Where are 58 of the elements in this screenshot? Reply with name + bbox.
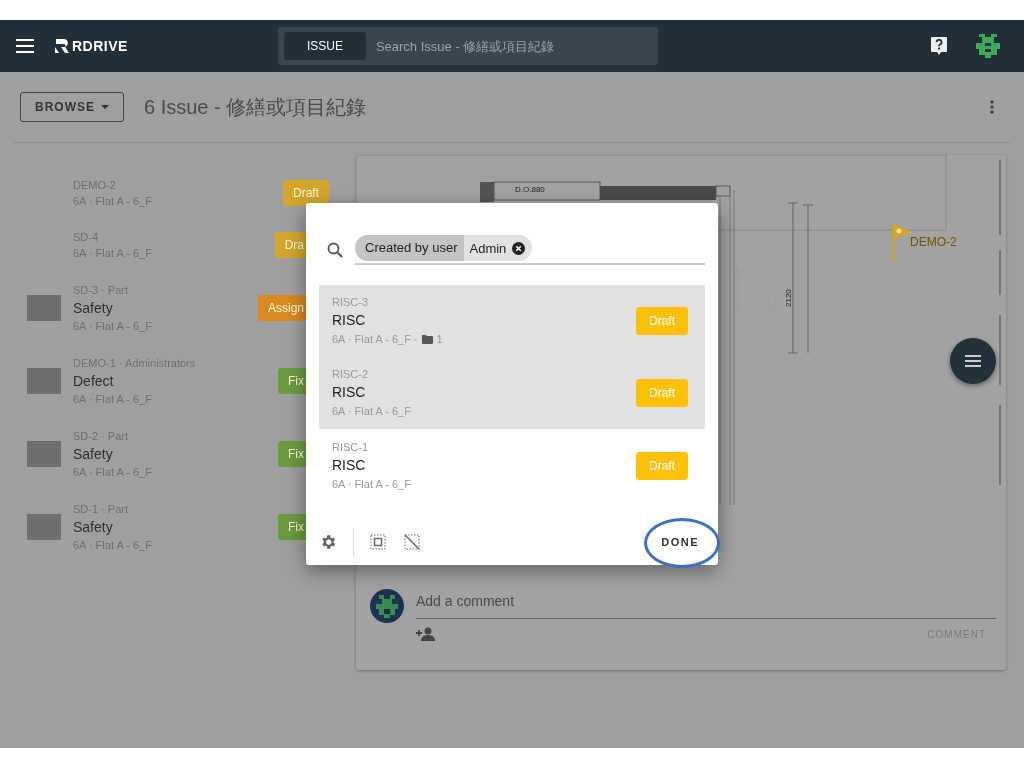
menu-icon[interactable] bbox=[16, 39, 34, 53]
close-icon[interactable] bbox=[512, 241, 526, 255]
user-avatar-icon bbox=[370, 589, 404, 623]
select-all-icon[interactable] bbox=[370, 534, 386, 550]
status-badge: Dra bbox=[274, 232, 306, 258]
browse-button[interactable]: BROWSE bbox=[20, 92, 124, 122]
dimension-label: D.O.880 bbox=[515, 185, 545, 194]
logo-icon bbox=[54, 38, 70, 54]
status-badge: Draft bbox=[636, 307, 688, 335]
result-id: RISC-2 bbox=[332, 366, 370, 382]
status-badge: Fix bbox=[278, 440, 306, 467]
photo-placeholder bbox=[26, 440, 61, 467]
add-person-icon[interactable] bbox=[416, 627, 436, 641]
menu-fab-button[interactable] bbox=[950, 338, 996, 384]
result-id: RISC-1 bbox=[332, 439, 370, 455]
result-item[interactable]: RISC-3 RISC 6A · Flat A - 6_F · 1 Draft bbox=[319, 285, 705, 357]
photo-placeholder bbox=[26, 294, 61, 321]
issue-title: Safety bbox=[73, 444, 114, 464]
search-icon bbox=[327, 242, 343, 258]
logo-text: RDRIVE bbox=[72, 38, 128, 54]
caret-icon bbox=[101, 105, 109, 109]
status-badge: Fix bbox=[278, 513, 306, 540]
result-title: RISC bbox=[332, 382, 367, 402]
result-item[interactable]: RISC-1 RISC 6A · Flat A - 6_F Draft bbox=[319, 429, 705, 503]
status-badge: Draft bbox=[636, 379, 688, 407]
photo-placeholder bbox=[26, 367, 61, 394]
status-badge: Assign bbox=[257, 294, 306, 321]
chip-field: Created by user bbox=[355, 235, 464, 261]
status-badge: Draft bbox=[283, 180, 329, 206]
issue-title: Safety bbox=[73, 517, 114, 537]
attachment-count: 1 bbox=[436, 331, 443, 347]
folder-icon bbox=[421, 334, 433, 344]
result-location: 6A · Flat A - 6_F bbox=[332, 476, 411, 492]
pixel-avatar-icon[interactable] bbox=[976, 34, 1000, 58]
result-title: RISC bbox=[332, 310, 367, 330]
result-title: RISC bbox=[332, 455, 367, 475]
status-badge: Draft bbox=[636, 452, 688, 480]
result-location: 6A · Flat A - 6_F · bbox=[332, 331, 418, 347]
issue-title: Safety bbox=[73, 298, 114, 318]
deselect-icon[interactable] bbox=[404, 534, 420, 550]
result-id: RISC-3 bbox=[332, 294, 370, 310]
issue-title: Defect bbox=[73, 371, 115, 391]
menu-icon bbox=[965, 355, 981, 367]
help-icon[interactable] bbox=[930, 36, 948, 56]
filter-chip[interactable]: Created by user Admin bbox=[355, 235, 533, 261]
scope-button[interactable]: ISSUE bbox=[283, 32, 366, 60]
status-badge: Fix bbox=[278, 367, 306, 394]
more-icon[interactable] bbox=[990, 100, 994, 114]
done-button[interactable]: DONE bbox=[655, 528, 705, 556]
result-location: 6A · Flat A - 6_F bbox=[332, 403, 411, 419]
chip-value: Admin bbox=[468, 240, 508, 256]
dimension-label: 2120 bbox=[784, 289, 793, 307]
search-field[interactable]: ISSUE Search Issue - 修繕或項目紀錄 bbox=[277, 27, 658, 65]
marker-label: DEMO-2 bbox=[910, 235, 957, 249]
photo-placeholder bbox=[26, 513, 61, 540]
page-title: 6 Issue - 修繕或項目紀錄 bbox=[144, 94, 367, 120]
result-item[interactable]: RISC-2 RISC 6A · Flat A - 6_F Draft bbox=[319, 357, 705, 429]
comment-field[interactable]: Add a comment bbox=[416, 583, 996, 619]
